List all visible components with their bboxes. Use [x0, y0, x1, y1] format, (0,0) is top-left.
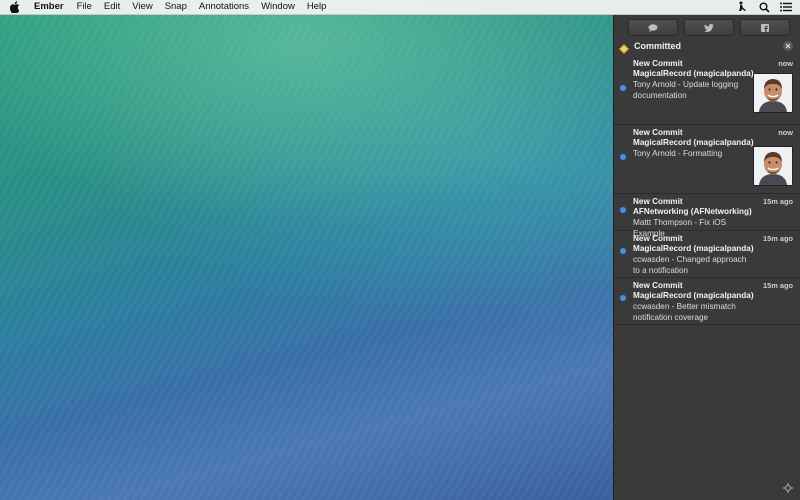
notification-item[interactable]: New Commit AFNetworking (AFNetworking) M…: [614, 194, 800, 238]
notification-repo: MagicalRecord (magicalpanda): [633, 69, 754, 78]
menu-window[interactable]: Window: [261, 0, 295, 14]
menu-edit[interactable]: Edit: [104, 0, 120, 14]
notification-item[interactable]: New Commit MagicalRecord (magicalpanda) …: [614, 231, 800, 278]
notification-message: Tony Arnold - Formatting: [633, 149, 723, 158]
notification-repo: MagicalRecord (magicalpanda): [633, 244, 754, 253]
messages-icon: [648, 23, 658, 32]
notification-center-icon[interactable]: [780, 1, 792, 13]
unread-dot-icon: [620, 248, 626, 254]
notification-message: ccwasden - Better mismatch notification …: [633, 302, 736, 322]
share-messages-button[interactable]: [628, 19, 678, 36]
status-item-icon[interactable]: [736, 1, 748, 13]
menu-file[interactable]: File: [77, 0, 92, 14]
committed-app-icon: [619, 41, 629, 54]
notification-title: New Commit: [633, 234, 683, 243]
notification-message: ccwasden - Changed approach to a notific…: [633, 255, 747, 275]
notification-time: now: [778, 128, 793, 137]
notification-item[interactable]: New Commit MagicalRecord (magicalpanda) …: [614, 56, 800, 125]
facebook-icon: [761, 23, 769, 32]
notification-time: 15m ago: [763, 281, 793, 290]
notification-settings-button[interactable]: [781, 482, 795, 494]
notification-item[interactable]: New Commit MagicalRecord (magicalpanda) …: [614, 125, 800, 194]
notification-item[interactable]: New Commit MagicalRecord (magicalpanda) …: [614, 278, 800, 325]
share-twitter-button[interactable]: [684, 19, 734, 36]
menu-annotations[interactable]: Annotations: [199, 0, 249, 14]
avatar: [753, 146, 793, 186]
apple-menu-icon[interactable]: [10, 1, 22, 13]
menu-bar: Ember File Edit View Snap Annotations Wi…: [0, 0, 800, 15]
notification-title: New Commit: [633, 281, 683, 290]
notification-repo: MagicalRecord (magicalpanda): [633, 138, 754, 147]
notification-title: New Commit: [633, 59, 683, 68]
notification-title: New Commit: [633, 197, 683, 206]
notification-repo: MagicalRecord (magicalpanda): [633, 291, 754, 300]
close-icon: [785, 43, 791, 49]
avatar: [753, 73, 793, 113]
section-title: Committed: [634, 41, 681, 51]
notification-time: now: [778, 59, 793, 68]
menu-extras: [736, 0, 792, 14]
notification-title: New Commit: [633, 128, 683, 137]
unread-dot-icon: [620, 207, 626, 213]
spotlight-search-icon[interactable]: [758, 1, 770, 13]
notification-center-panel: Committed New Commit MagicalRecord (magi…: [613, 14, 800, 500]
unread-dot-icon: [620, 154, 626, 160]
menu-view[interactable]: View: [132, 0, 152, 14]
share-facebook-button[interactable]: [740, 19, 790, 36]
clear-section-button[interactable]: [783, 41, 793, 51]
menu-snap[interactable]: Snap: [165, 0, 187, 14]
notification-message: Tony Arnold - Update logging documentati…: [633, 80, 739, 100]
section-header: Committed: [614, 39, 800, 54]
notification-time: 15m ago: [763, 197, 793, 206]
notification-time: 15m ago: [763, 234, 793, 243]
menu-app-name[interactable]: Ember: [34, 0, 64, 14]
gear-icon: [783, 483, 793, 493]
unread-dot-icon: [620, 295, 626, 301]
notification-repo: AFNetworking (AFNetworking): [633, 207, 752, 216]
twitter-icon: [704, 23, 714, 32]
share-buttons-row: [628, 19, 790, 36]
menu-help[interactable]: Help: [307, 0, 327, 14]
unread-dot-icon: [620, 85, 626, 91]
